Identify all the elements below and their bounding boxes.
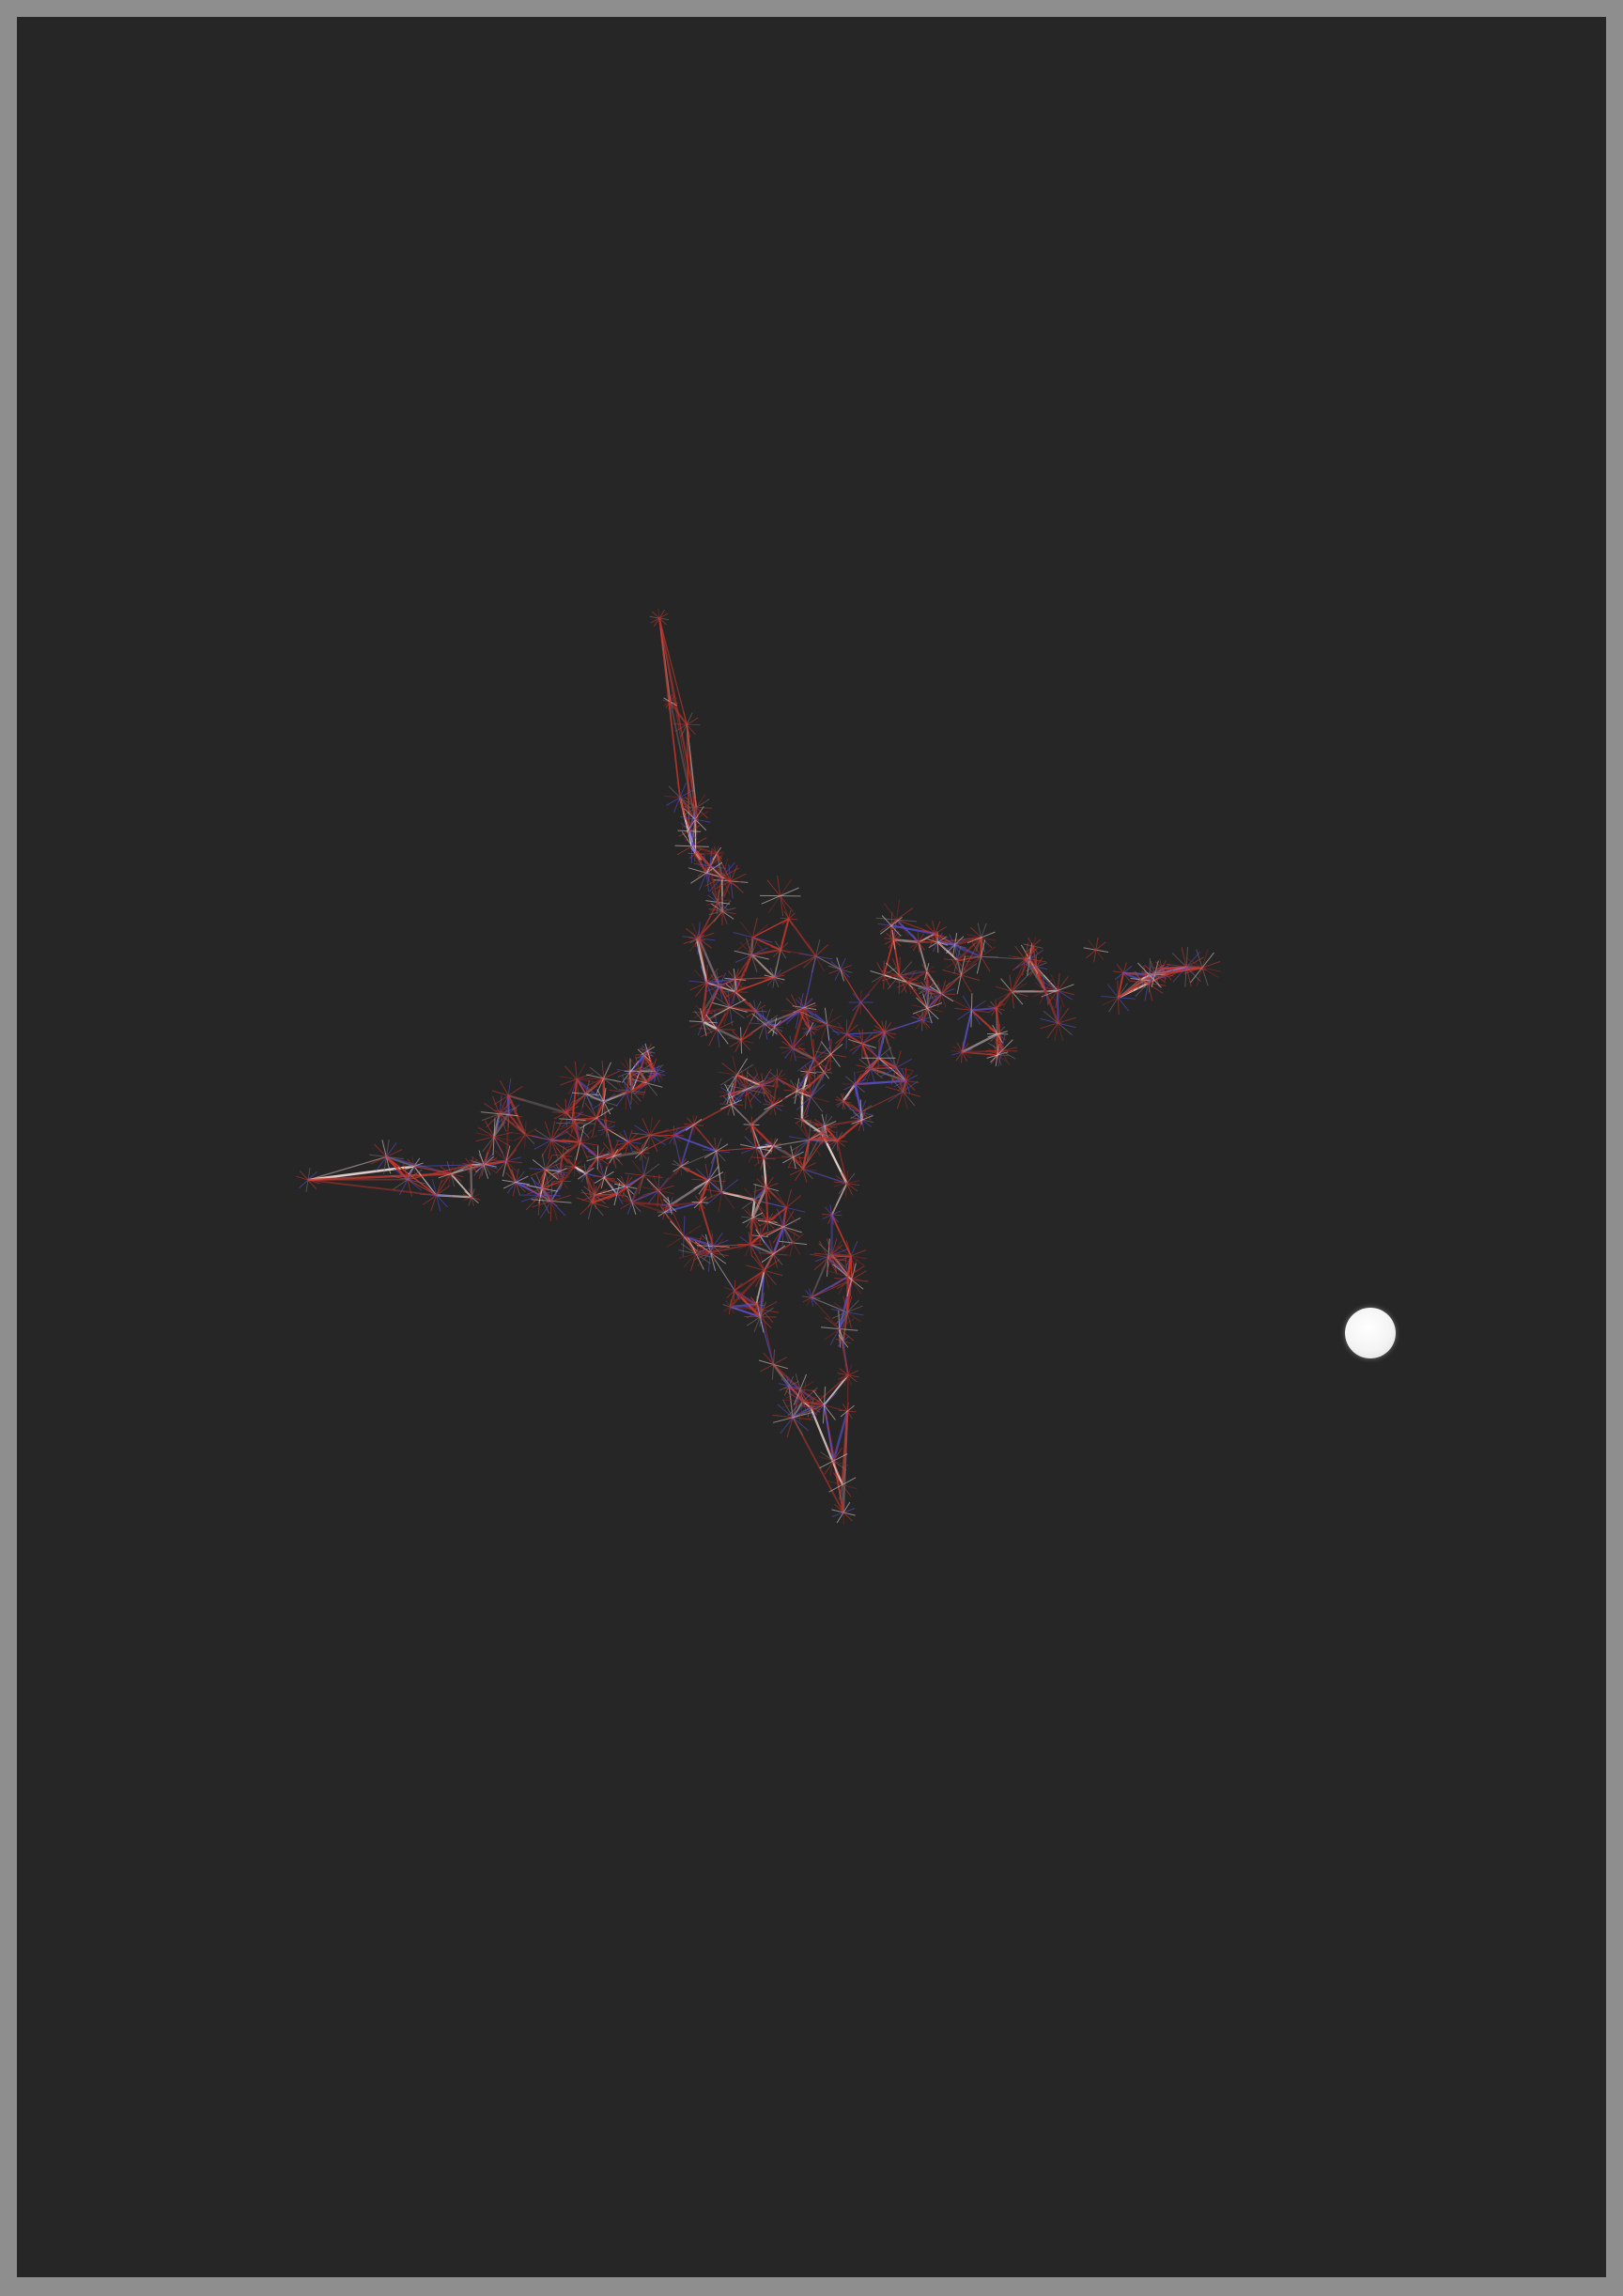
mesh-node-ray xyxy=(616,1138,641,1146)
mesh-edge xyxy=(693,1103,732,1126)
mesh-edge xyxy=(577,1077,604,1080)
mesh-edge xyxy=(730,1303,757,1309)
mesh-node-ray xyxy=(803,944,829,969)
mesh-edge xyxy=(716,1147,757,1152)
mesh-edge xyxy=(860,1091,904,1113)
mesh-edge xyxy=(787,918,817,957)
mesh-node-ray xyxy=(781,1233,805,1252)
mesh-edge xyxy=(774,955,816,979)
mesh-nodes xyxy=(296,608,1221,1526)
mesh-node-ray xyxy=(370,1149,403,1165)
mesh-node-ray xyxy=(720,1063,754,1086)
mesh-edge xyxy=(307,1179,437,1197)
mesh-edge xyxy=(961,1032,998,1054)
mesh-edge xyxy=(830,1214,852,1257)
mesh-edge xyxy=(859,974,885,1003)
mesh-edges xyxy=(307,617,1203,1513)
mesh-node-ray xyxy=(627,1163,660,1187)
mesh-edge xyxy=(917,941,928,972)
mesh-node-ray xyxy=(802,1292,820,1303)
mesh-edge xyxy=(845,1001,862,1035)
mesh-node-ray xyxy=(713,999,747,1016)
mesh-node-ray xyxy=(761,1245,786,1264)
mesh-edge xyxy=(830,1033,847,1055)
mesh-edge xyxy=(752,918,790,939)
mesh-edge xyxy=(823,1374,849,1406)
mesh-edge xyxy=(750,1244,765,1271)
mesh-edge xyxy=(761,1310,775,1365)
light-dot-icon xyxy=(1345,1308,1396,1358)
picture-frame xyxy=(0,0,1623,2296)
mesh-node-ray xyxy=(828,964,853,974)
mesh-edge xyxy=(970,1009,998,1035)
mesh-edge xyxy=(840,969,861,1003)
mesh-node-ray xyxy=(945,963,978,987)
mesh-node-ray xyxy=(946,952,969,969)
mesh-node-ray xyxy=(1086,941,1106,958)
star-mesh-icon xyxy=(296,608,1221,1526)
artwork-canvas xyxy=(17,17,1606,2277)
mesh-edge xyxy=(680,1165,709,1182)
